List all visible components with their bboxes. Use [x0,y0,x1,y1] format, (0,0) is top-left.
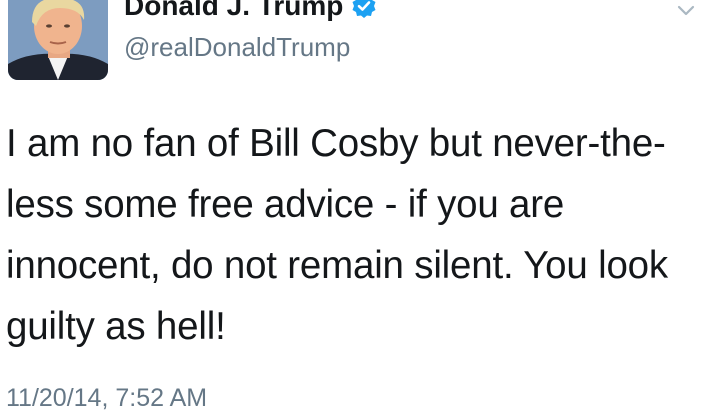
tweet-card: Donald J. Trump @realDonaldTrump I am no… [0,0,701,416]
avatar[interactable] [8,0,108,80]
author-name-row[interactable]: Donald J. Trump [124,0,377,26]
chevron-down-icon[interactable] [675,0,697,22]
display-name[interactable]: Donald J. Trump [124,0,343,26]
author-handle[interactable]: @realDonaldTrump [124,30,350,64]
avatar-photo [8,0,108,80]
tweet-timestamp[interactable]: 11/20/14, 7:52 AM [6,381,207,415]
tweet-text: I am no fan of Bill Cosby but never-the-… [6,122,668,348]
verified-badge-icon [351,0,377,19]
